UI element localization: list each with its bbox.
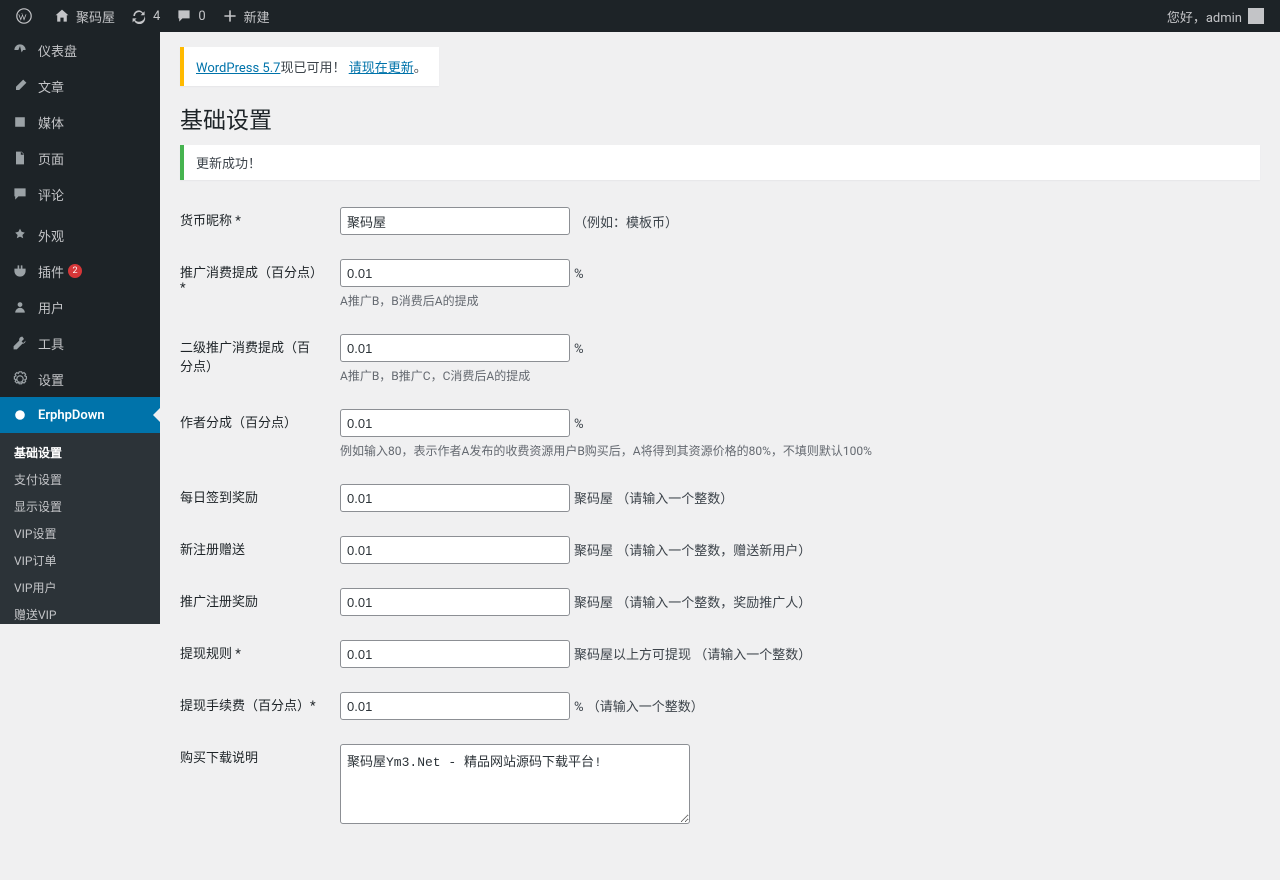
withdraw-rule-input[interactable] <box>340 640 570 668</box>
comment-icon <box>10 184 30 204</box>
sidebar-item-user[interactable]: 用户 <box>0 289 160 325</box>
buy-notice-textarea[interactable]: 聚码屋Ym3.Net - 精品网站源码下载平台! <box>340 744 690 824</box>
buy-notice-label: 购买下载说明 <box>180 732 330 840</box>
submenu-item[interactable]: VIP设置 <box>0 520 160 547</box>
sidebar-item-dashboard[interactable]: 仪表盘 <box>0 32 160 68</box>
sidebar-item-page[interactable]: 页面 <box>0 140 160 176</box>
page-title: 基础设置 <box>180 101 1260 135</box>
withdraw-fee-hint: % （请输入一个整数） <box>574 700 704 715</box>
submenu-item[interactable]: 赠送VIP <box>0 601 160 624</box>
media-icon <box>10 112 30 132</box>
lvl2-ratio-hint: A推广B，B推广C，C消费后A的提成 <box>340 367 1250 385</box>
avatar <box>1248 8 1264 24</box>
sidebar-item-post[interactable]: 文章 <box>0 68 160 104</box>
currency-input[interactable] <box>340 207 570 235</box>
sidebar-item-appearance[interactable]: 外观 <box>0 217 160 253</box>
updates-count: 4 <box>153 9 160 24</box>
erphpdown-submenu: 基础设置支付设置显示设置VIP设置VIP订单VIP用户赠送VIP充值扣钱充值统计… <box>0 433 160 624</box>
promo-reg-reward-label: 推广注册奖励 <box>180 576 330 628</box>
sidebar-item-label: 外观 <box>38 226 64 245</box>
wp-version-link[interactable]: WordPress 5.7 <box>196 61 280 76</box>
signin-reward-label: 每日签到奖励 <box>180 472 330 524</box>
plugin-icon <box>10 261 30 281</box>
settings-form: 货币昵称 * （例如：模板币） 推广消费提成（百分点）* %A推广B，B消费后A… <box>180 195 1260 840</box>
lvl2-ratio-input[interactable] <box>340 334 570 362</box>
wp-logo-button[interactable] <box>8 0 46 32</box>
page-icon <box>10 148 30 168</box>
sidebar-item-label: 媒体 <box>38 113 64 132</box>
plus-icon <box>222 8 238 24</box>
currency-hint: （例如：模板币） <box>574 216 678 231</box>
submenu-item[interactable]: 基础设置 <box>0 439 160 466</box>
refresh-icon <box>131 8 147 24</box>
promo-reg-reward-input[interactable] <box>340 588 570 616</box>
home-icon <box>54 8 70 24</box>
comment-icon <box>176 8 192 24</box>
sidebar-item-label: 插件 <box>38 262 64 281</box>
sidebar-item-label: 仪表盘 <box>38 41 77 60</box>
wp-update-notice: WordPress 5.7现已可用！ 请现在更新。 <box>180 47 439 86</box>
sidebar-item-plugin[interactable]: 插件 2 <box>0 253 160 289</box>
sidebar-item-label: 设置 <box>38 370 64 389</box>
register-gift-hint: 聚码屋 （请输入一个整数，赠送新用户） <box>574 544 811 559</box>
sidebar-item-settings[interactable]: 设置 <box>0 361 160 397</box>
settings-icon <box>10 369 30 389</box>
submenu-item[interactable]: VIP订单 <box>0 547 160 574</box>
submenu-item[interactable]: 显示设置 <box>0 493 160 520</box>
promo-ratio-input[interactable] <box>340 259 570 287</box>
comments-link[interactable]: 0 <box>168 0 213 32</box>
submenu-item[interactable]: VIP用户 <box>0 574 160 601</box>
sidebar-item-comment[interactable]: 评论 <box>0 176 160 212</box>
withdraw-rule-label: 提现规则 * <box>180 628 330 680</box>
admin-toolbar: 聚码屋 4 0 新建 您好，admin <box>0 0 1280 32</box>
promo-ratio-hint: A推广B，B消费后A的提成 <box>340 292 1250 310</box>
success-notice: 更新成功！ <box>180 145 1260 180</box>
withdraw-rule-hint: 聚码屋以上方可提现 （请输入一个整数） <box>574 648 811 663</box>
sidebar-item-label: 工具 <box>38 334 64 353</box>
generic-icon <box>10 405 30 425</box>
sidebar-item-label: 评论 <box>38 185 64 204</box>
site-name: 聚码屋 <box>76 7 115 26</box>
updates-link[interactable]: 4 <box>123 0 168 32</box>
signin-reward-input[interactable] <box>340 484 570 512</box>
update-now-link[interactable]: 请现在更新 <box>349 61 414 76</box>
user-greeting-link[interactable]: 您好，admin <box>1159 0 1272 32</box>
submenu-item[interactable]: 支付设置 <box>0 466 160 493</box>
post-icon <box>10 76 30 96</box>
promo-ratio-label: 推广消费提成（百分点）* <box>180 247 330 322</box>
currency-label: 货币昵称 * <box>180 195 330 247</box>
sidebar-item-tool[interactable]: 工具 <box>0 325 160 361</box>
sidebar-item-label: ErphpDown <box>38 408 105 423</box>
dashboard-icon <box>10 40 30 60</box>
sidebar-item-label: 文章 <box>38 77 64 96</box>
tool-icon <box>10 333 30 353</box>
signin-reward-hint: 聚码屋 （请输入一个整数） <box>574 492 733 507</box>
appearance-icon <box>10 225 30 245</box>
greeting-text: 您好，admin <box>1167 7 1242 26</box>
sidebar-item-media[interactable]: 媒体 <box>0 104 160 140</box>
register-gift-label: 新注册赠送 <box>180 524 330 576</box>
sidebar-item-label: 用户 <box>38 298 64 317</box>
sidebar-item-erphpdown[interactable]: ErphpDown <box>0 397 160 433</box>
site-name-link[interactable]: 聚码屋 <box>46 0 123 32</box>
admin-sidebar: 仪表盘文章媒体页面评论外观插件 2 用户工具设置 ErphpDown 基础设置支付设… <box>0 32 160 624</box>
new-content-link[interactable]: 新建 <box>214 0 278 32</box>
author-ratio-hint: 例如输入80，表示作者A发布的收费资源用户B购买后，A将得到其资源价格的80%，… <box>340 442 1250 460</box>
author-ratio-label: 作者分成（百分点） <box>180 397 330 472</box>
user-icon <box>10 297 30 317</box>
author-ratio-input[interactable] <box>340 409 570 437</box>
promo-reg-reward-hint: 聚码屋 （请输入一个整数，奖励推广人） <box>574 596 811 611</box>
content-area: WordPress 5.7现已可用！ 请现在更新。 基础设置 更新成功！ 货币昵… <box>160 32 1280 880</box>
sidebar-item-label: 页面 <box>38 149 64 168</box>
withdraw-fee-label: 提现手续费（百分点）* <box>180 680 330 732</box>
wordpress-icon <box>16 8 32 24</box>
register-gift-input[interactable] <box>340 536 570 564</box>
update-badge: 2 <box>68 264 82 278</box>
new-label: 新建 <box>244 7 270 26</box>
comments-count: 0 <box>198 9 205 24</box>
lvl2-ratio-label: 二级推广消费提成（百分点） <box>180 322 330 397</box>
withdraw-fee-input[interactable] <box>340 692 570 720</box>
